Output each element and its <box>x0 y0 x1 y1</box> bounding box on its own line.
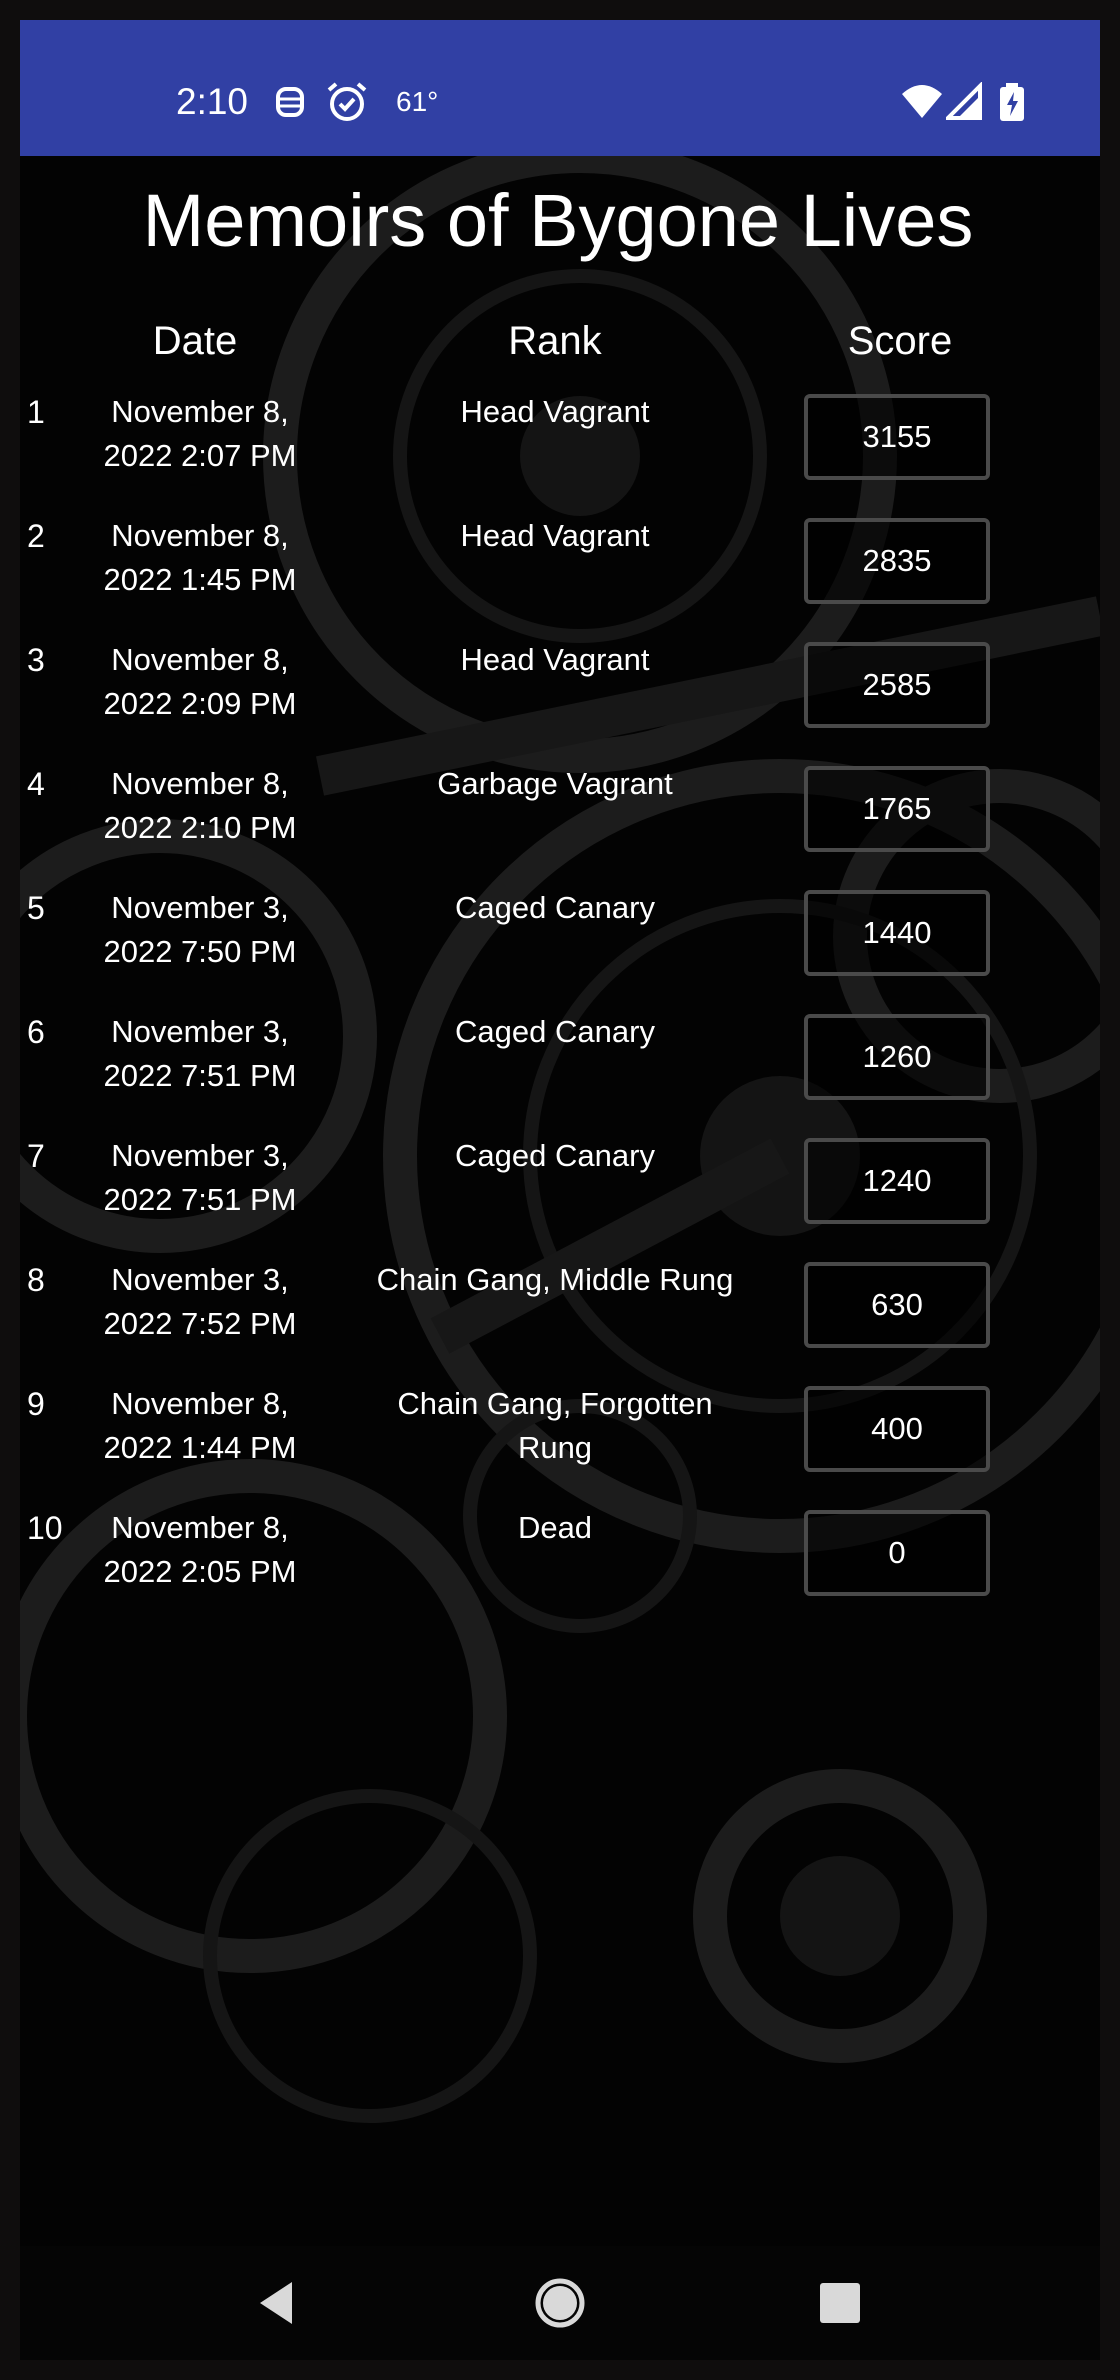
android-debug-icon <box>276 87 304 117</box>
row-score: 3155 <box>804 394 990 480</box>
status-time: 2:10 <box>176 81 249 122</box>
table-row: 7 November 3, 2022 7:51 PM Caged Canary … <box>20 1134 1100 1258</box>
column-header-rank: Rank <box>508 319 602 363</box>
row-date: November 8, 2022 2:10 PM <box>103 766 297 845</box>
recents-icon[interactable] <box>805 2268 875 2338</box>
row-score: 1440 <box>804 890 990 976</box>
phone-screen: 2:10 61° Memoirs of Bygone Lives Date Ra… <box>20 20 1100 2360</box>
row-number: 9 <box>27 1386 45 1422</box>
row-rank: Garbage Vagrant <box>437 766 673 801</box>
row-rank: Head Vagrant <box>460 642 650 677</box>
row-score: 2835 <box>804 518 990 604</box>
row-rank: Caged Canary <box>455 1014 655 1049</box>
row-number: 5 <box>27 890 45 926</box>
row-date: November 8, 2022 2:09 PM <box>103 642 297 721</box>
page-title: Memoirs of Bygone Lives <box>142 179 974 262</box>
row-date: November 8, 2022 2:07 PM <box>103 394 297 473</box>
row-date: November 8, 2022 1:45 PM <box>103 518 297 597</box>
row-date: November 3, 2022 7:50 PM <box>103 890 297 969</box>
row-score: 0 <box>804 1510 990 1596</box>
row-rank: Chain Gang, Forgotten Rung <box>397 1386 713 1465</box>
column-header-date: Date <box>152 319 238 363</box>
table-row: 2 November 8, 2022 1:45 PM Head Vagrant … <box>20 514 1100 638</box>
row-score: 1260 <box>804 1014 990 1100</box>
row-number: 8 <box>27 1262 45 1298</box>
battery-charging-icon <box>1000 83 1024 121</box>
row-date: November 3, 2022 7:51 PM <box>103 1014 297 1093</box>
row-number: 10 <box>27 1510 63 1546</box>
wifi-icon <box>902 85 942 118</box>
row-number: 2 <box>27 518 45 554</box>
row-date: November 3, 2022 7:51 PM <box>103 1138 297 1217</box>
row-date: November 8, 2022 1:44 PM <box>103 1386 297 1465</box>
row-date: November 8, 2022 2:05 PM <box>103 1510 297 1589</box>
row-score: 1765 <box>804 766 990 852</box>
row-number: 7 <box>27 1138 45 1174</box>
table-row: 9 November 8, 2022 1:44 PM Chain Gang, F… <box>20 1382 1100 1506</box>
table-row: 6 November 3, 2022 7:51 PM Caged Canary … <box>20 1010 1100 1134</box>
column-header-score: Score <box>847 319 953 363</box>
row-rank: Caged Canary <box>455 1138 655 1173</box>
row-number: 4 <box>27 766 45 802</box>
table-row: 4 November 8, 2022 2:10 PM Garbage Vagra… <box>20 762 1100 886</box>
row-rank: Head Vagrant <box>460 518 650 553</box>
row-rank: Caged Canary <box>455 890 655 925</box>
row-score: 2585 <box>804 642 990 728</box>
row-score: 1240 <box>804 1138 990 1224</box>
back-icon[interactable] <box>242 2268 312 2338</box>
signal-icon <box>946 82 982 120</box>
home-icon[interactable] <box>525 2268 595 2338</box>
row-score: 400 <box>804 1386 990 1472</box>
alarm-icon <box>327 82 367 121</box>
status-temperature: 61° <box>396 86 439 117</box>
table-row: 8 November 3, 2022 7:52 PM Chain Gang, M… <box>20 1258 1100 1382</box>
row-score: 630 <box>804 1262 990 1348</box>
table-row: 3 November 8, 2022 2:09 PM Head Vagrant … <box>20 638 1100 762</box>
navigation-bar <box>20 2246 1100 2360</box>
row-date: November 3, 2022 7:52 PM <box>103 1262 297 1341</box>
status-bar: 2:10 61° <box>20 20 1100 156</box>
row-rank: Head Vagrant <box>460 394 650 429</box>
row-number: 6 <box>27 1014 45 1050</box>
row-number: 3 <box>27 642 45 678</box>
row-rank: Dead <box>517 1510 593 1545</box>
row-number: 1 <box>27 394 45 430</box>
table-row: 5 November 3, 2022 7:50 PM Caged Canary … <box>20 886 1100 1010</box>
table-row: 1 November 8, 2022 2:07 PM Head Vagrant … <box>20 390 1100 514</box>
table-row: 10 November 8, 2022 2:05 PM Dead 0 <box>20 1506 1100 1630</box>
row-rank: Chain Gang, Middle Rung <box>376 1262 734 1297</box>
